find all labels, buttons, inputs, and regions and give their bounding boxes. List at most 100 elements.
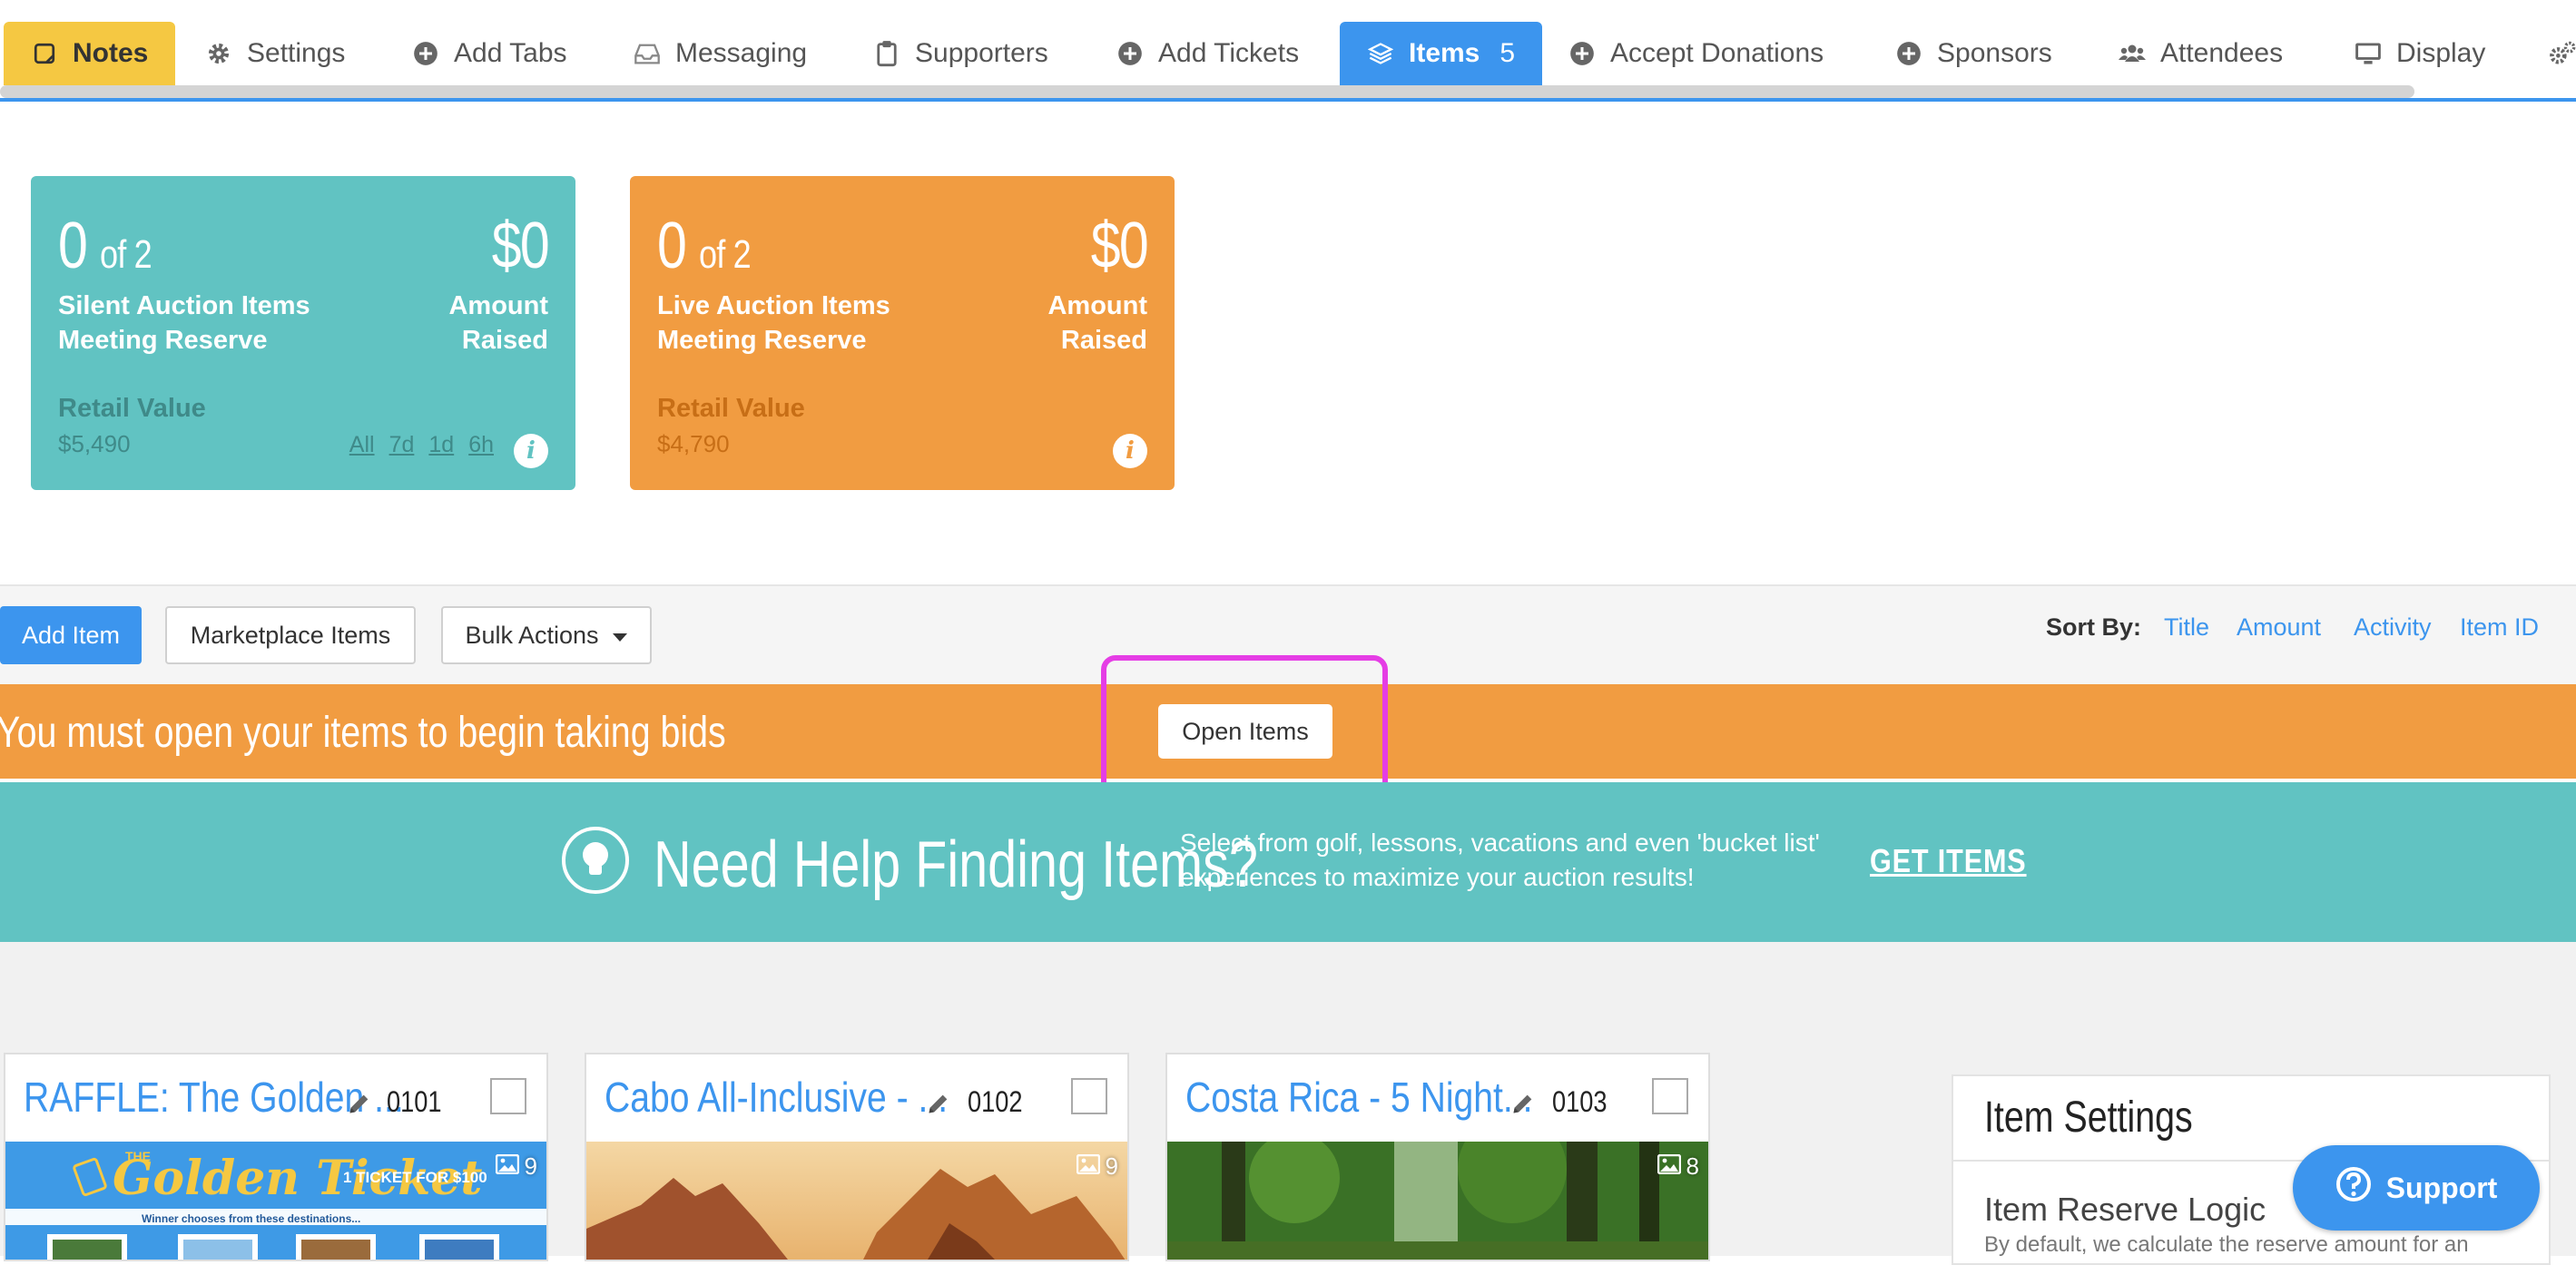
- item-id: 0102: [968, 1085, 1023, 1118]
- item-image[interactable]: [1167, 1142, 1708, 1260]
- tab-label: Items: [1409, 38, 1480, 68]
- tab-supporters[interactable]: Supporters: [873, 22, 1048, 85]
- silent-items-label: Silent Auction Items Meeting Reserve: [58, 289, 310, 358]
- inbox-icon: [634, 40, 661, 67]
- live-auction-stat-card: 0 of 2 $0 Live Auction Items Meeting Res…: [630, 176, 1175, 490]
- tab-scrollbar[interactable]: [0, 85, 2414, 98]
- tab-count-badge: 5: [1499, 38, 1516, 68]
- label-line: Meeting Reserve: [58, 326, 268, 355]
- plus-circle-icon: [1895, 40, 1922, 67]
- monitor-icon: [2355, 40, 2382, 67]
- tab-label: Messaging: [675, 38, 808, 68]
- reserve-logic-description: By default, we calculate the reserve amo…: [1984, 1232, 2469, 1257]
- users-icon: [2119, 40, 2146, 67]
- image-count-value: 9: [524, 1152, 537, 1180]
- live-items-count: 0 of 2: [657, 209, 752, 283]
- tab-add-tickets[interactable]: Add Tickets: [1116, 22, 1299, 85]
- help-description: Select from golf, lessons, vacations and…: [1180, 829, 1820, 891]
- count-value: 0: [58, 210, 88, 282]
- image-count-value: 8: [1686, 1152, 1699, 1180]
- tab-notes[interactable]: Notes: [4, 22, 176, 85]
- open-items-message: You must open your items to begin taking…: [0, 709, 726, 757]
- item-card[interactable]: RAFFLE: The Golden ... 0101 THE Golden T…: [4, 1053, 548, 1261]
- image-count: 8: [1657, 1152, 1699, 1181]
- add-item-button[interactable]: Add Item: [0, 606, 142, 664]
- item-select-checkbox[interactable]: [1652, 1078, 1688, 1114]
- tab-items[interactable]: Items 5: [1340, 22, 1543, 85]
- get-items-link[interactable]: GET ITEMS: [1870, 842, 2027, 880]
- silent-amount-label: Amount Raised: [448, 289, 548, 358]
- label-line: Silent Auction Items: [58, 291, 310, 320]
- item-title[interactable]: Costa Rica - 5 Night...: [1185, 1073, 1532, 1122]
- item-card[interactable]: Costa Rica - 5 Night... 0103 8: [1165, 1053, 1710, 1261]
- tab-label: Accept Donations: [1610, 38, 1824, 68]
- tab-label: Display: [2396, 38, 2486, 68]
- layers-icon: [1367, 40, 1394, 67]
- tab-settings[interactable]: Settings: [205, 22, 345, 85]
- image-count: 9: [1076, 1152, 1118, 1181]
- tab-accept-donations[interactable]: Accept Donations: [1568, 22, 1824, 85]
- filter-6h[interactable]: 6h: [468, 432, 494, 458]
- tab-label: Sponsors: [1937, 38, 2052, 68]
- item-image[interactable]: [586, 1142, 1127, 1260]
- pencil-icon[interactable]: [347, 1091, 374, 1118]
- time-filters: All 7d 1d 6h: [349, 432, 494, 458]
- info-icon[interactable]: i: [514, 434, 548, 468]
- item-title[interactable]: Cabo All-Inclusive - ...: [605, 1073, 948, 1122]
- help-finding-items-banner: Need Help Finding Items? Select from gol…: [0, 782, 2576, 942]
- item-select-checkbox[interactable]: [1071, 1078, 1107, 1114]
- item-select-checkbox[interactable]: [490, 1078, 526, 1114]
- item-card[interactable]: Cabo All-Inclusive - ... 0102 9: [585, 1053, 1129, 1261]
- lightbulb-icon: [561, 826, 630, 895]
- pencil-icon[interactable]: [1510, 1091, 1538, 1118]
- image-count: 9: [495, 1152, 537, 1181]
- silent-amount-raised: $0: [491, 210, 550, 282]
- item-settings-title: Item Settings: [1984, 1093, 2193, 1142]
- banner-price: 1 TICKET FOR $100: [343, 1169, 487, 1186]
- image-count-value: 9: [1105, 1152, 1118, 1180]
- label-line: Amount: [448, 291, 548, 320]
- silent-auction-stat-card: 0 of 2 $0 Silent Auction Items Meeting R…: [31, 176, 575, 490]
- support-label: Support: [2385, 1171, 2498, 1204]
- sort-title-link[interactable]: Title: [2164, 613, 2209, 642]
- plus-circle-icon: [1568, 40, 1596, 67]
- filter-7d[interactable]: 7d: [389, 432, 415, 458]
- sort-item-id-link[interactable]: Item ID: [2460, 613, 2539, 642]
- clipboard-icon: [873, 40, 900, 67]
- sort-activity-link[interactable]: Activity: [2354, 613, 2432, 642]
- retail-value: $4,790: [657, 430, 730, 457]
- caret-down-icon: [612, 622, 628, 650]
- help-title: Need Help Finding Items?: [654, 829, 1258, 901]
- filter-all[interactable]: All: [349, 432, 375, 458]
- retail-value-label: Retail Value: [657, 394, 805, 423]
- label-line: Raised: [1060, 326, 1147, 355]
- bulk-actions-label: Bulk Actions: [465, 621, 599, 649]
- retail-value: $5,490: [58, 430, 131, 457]
- tab-overflow[interactable]: [2549, 22, 2576, 85]
- question-circle-icon: [2335, 1166, 2372, 1210]
- tab-sponsors[interactable]: Sponsors: [1895, 22, 2052, 85]
- live-amount-raised: $0: [1090, 210, 1149, 282]
- item-image[interactable]: THE Golden Ticket 1 TICKET FOR $100 Winn…: [5, 1142, 546, 1260]
- item-id: 0103: [1552, 1085, 1608, 1118]
- count-total: of 2: [698, 232, 752, 277]
- filter-1d[interactable]: 1d: [428, 432, 454, 458]
- image-icon: [1657, 1152, 1681, 1181]
- tab-display[interactable]: Display: [2355, 22, 2485, 85]
- tab-add-tabs[interactable]: Add Tabs: [412, 22, 567, 85]
- plus-circle-icon: [1116, 40, 1144, 67]
- image-icon: [495, 1152, 519, 1181]
- gear-icon: [205, 40, 232, 67]
- support-button[interactable]: Support: [2293, 1145, 2540, 1231]
- sort-amount-link[interactable]: Amount: [2237, 613, 2321, 642]
- tab-bar-underline: [0, 98, 2576, 102]
- marketplace-items-button[interactable]: Marketplace Items: [165, 606, 416, 664]
- gears-icon: [2549, 40, 2576, 67]
- tab-label: Settings: [247, 38, 346, 68]
- tab-attendees[interactable]: Attendees: [2119, 22, 2283, 85]
- bulk-actions-dropdown[interactable]: Bulk Actions: [441, 606, 652, 664]
- label-line: Amount: [1047, 291, 1147, 320]
- info-icon[interactable]: i: [1113, 434, 1147, 468]
- tab-messaging[interactable]: Messaging: [634, 22, 807, 85]
- pencil-icon[interactable]: [926, 1091, 953, 1118]
